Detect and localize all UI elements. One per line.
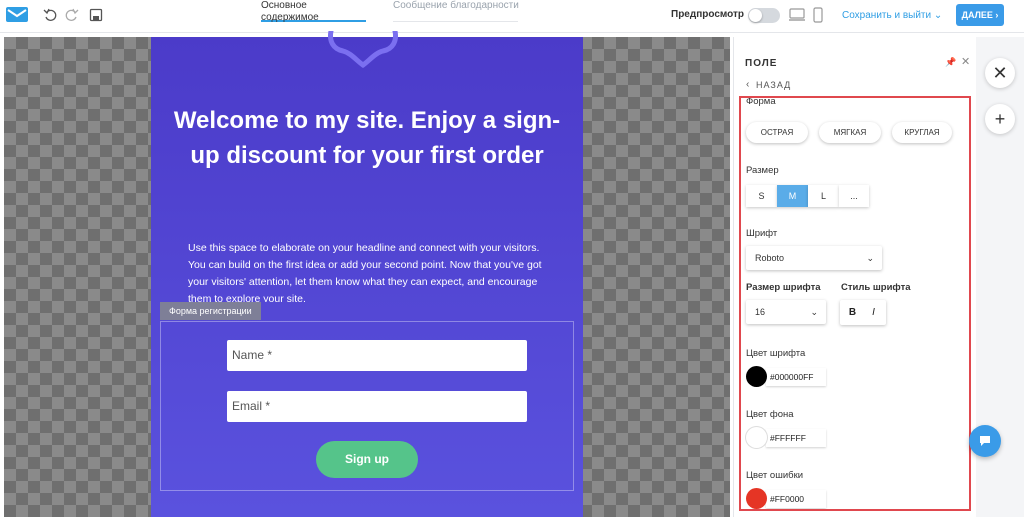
back-button[interactable]: НАЗАД	[756, 80, 791, 90]
tab-thank-you-label: Сообщение благодарности	[393, 0, 519, 11]
size-l-button[interactable]: L	[808, 185, 839, 207]
save-and-exit-label: Сохранить и выйти	[842, 10, 932, 21]
tab-main-content-label: Основное содержимое	[261, 0, 319, 23]
error-color-label: Цвет ошибки	[746, 470, 804, 481]
size-label: Размер	[746, 165, 779, 176]
tab-main-content[interactable]: Основное содержимое	[261, 0, 366, 23]
font-select[interactable]: Roboto ⌄	[746, 246, 882, 270]
flower-logo-icon	[328, 31, 398, 69]
preview-label: Предпросмотр	[671, 9, 745, 20]
bg-color-value[interactable]: #FFFFFF	[766, 429, 826, 447]
close-icon: ✕	[992, 63, 1008, 83]
error-color-swatch[interactable]	[746, 488, 767, 509]
font-label: Шрифт	[746, 228, 778, 239]
field-style-section: Форма ОСТРАЯ МЯГКАЯ КРУГЛАЯ Размер S M L…	[739, 96, 971, 511]
italic-button[interactable]: I	[863, 301, 884, 324]
mobile-icon[interactable]	[813, 7, 823, 23]
name-field[interactable]: Name *	[227, 340, 527, 371]
font-color-value[interactable]: #000000FF	[766, 368, 826, 386]
tab-divider	[393, 21, 518, 22]
panel-title: ПОЛЕ	[745, 58, 778, 69]
error-color-value[interactable]: #FF0000	[766, 490, 826, 508]
bg-color-swatch[interactable]	[746, 427, 767, 448]
desktop-icon[interactable]	[789, 8, 805, 22]
undo-icon[interactable]	[43, 8, 57, 22]
font-size-label: Размер шрифта	[746, 282, 821, 293]
top-toolbar: Основное содержимое Сообщение благодарно…	[0, 0, 1024, 33]
pin-icon[interactable]: 📌	[945, 57, 956, 68]
shape-round-button[interactable]: КРУГЛАЯ	[892, 122, 952, 143]
tab-thank-you-message[interactable]: Сообщение благодарности	[393, 0, 523, 22]
plus-icon: +	[994, 109, 1006, 129]
size-m-button[interactable]: M	[777, 185, 808, 207]
bold-button[interactable]: B	[842, 301, 863, 324]
field-settings-panel: ПОЛЕ 📌 ✕ ‹ НАЗАД Форма ОСТРАЯ МЯГКАЯ КРУ…	[733, 37, 975, 517]
preview-toggle[interactable]	[748, 8, 780, 23]
shape-sharp-button[interactable]: ОСТРАЯ	[746, 122, 808, 143]
size-more-button[interactable]: ...	[839, 185, 869, 207]
font-size-value: 16	[755, 307, 766, 317]
font-color-swatch[interactable]	[746, 366, 767, 387]
font-style-label: Стиль шрифта	[841, 282, 911, 293]
font-color-label: Цвет шрифта	[746, 348, 806, 359]
chevron-down-icon: ⌄	[810, 307, 818, 317]
bg-color-picker[interactable]: #FFFFFF	[746, 427, 828, 449]
chevron-left-icon: ‹	[746, 79, 750, 90]
signup-form-tag: Форма регистрации	[160, 302, 261, 320]
size-s-button[interactable]: S	[746, 185, 777, 207]
signup-button[interactable]: Sign up	[316, 441, 418, 478]
save-icon[interactable]	[89, 8, 103, 22]
font-select-value: Roboto	[755, 253, 785, 263]
app-logo-icon	[6, 7, 28, 22]
next-button[interactable]: ДАЛЕЕ ›	[956, 4, 1004, 26]
popup-card[interactable]: Welcome to my site. Enjoy a sign-up disc…	[151, 31, 583, 517]
close-editor-button[interactable]: ✕	[985, 58, 1015, 88]
popup-body-text[interactable]: Use this space to elaborate on your head…	[188, 240, 548, 302]
chat-icon	[980, 436, 990, 446]
popup-headline[interactable]: Welcome to my site. Enjoy a sign-up disc…	[171, 103, 563, 173]
shape-label: Форма	[746, 96, 776, 107]
email-field[interactable]: Email *	[227, 391, 527, 422]
chevron-down-icon: ⌄	[933, 10, 943, 21]
redo-icon[interactable]	[65, 8, 79, 22]
font-color-picker[interactable]: #000000FF	[746, 366, 828, 388]
font-size-select[interactable]: 16 ⌄	[746, 300, 826, 324]
next-label: ДАЛЕЕ	[961, 10, 993, 20]
chat-button[interactable]	[969, 425, 1001, 457]
save-and-exit-button[interactable]: Сохранить и выйти ⌄	[842, 10, 942, 21]
shape-soft-button[interactable]: МЯГКАЯ	[819, 122, 881, 143]
error-color-picker[interactable]: #FF0000	[746, 488, 828, 509]
bg-color-label: Цвет фона	[746, 409, 794, 420]
chevron-right-icon: ›	[995, 10, 999, 20]
toggle-knob	[749, 9, 762, 22]
chevron-down-icon: ⌄	[866, 253, 874, 263]
close-icon[interactable]: ✕	[961, 55, 970, 68]
editor-canvas: Welcome to my site. Enjoy a sign-up disc…	[4, 31, 730, 517]
add-element-button[interactable]: +	[985, 104, 1015, 134]
